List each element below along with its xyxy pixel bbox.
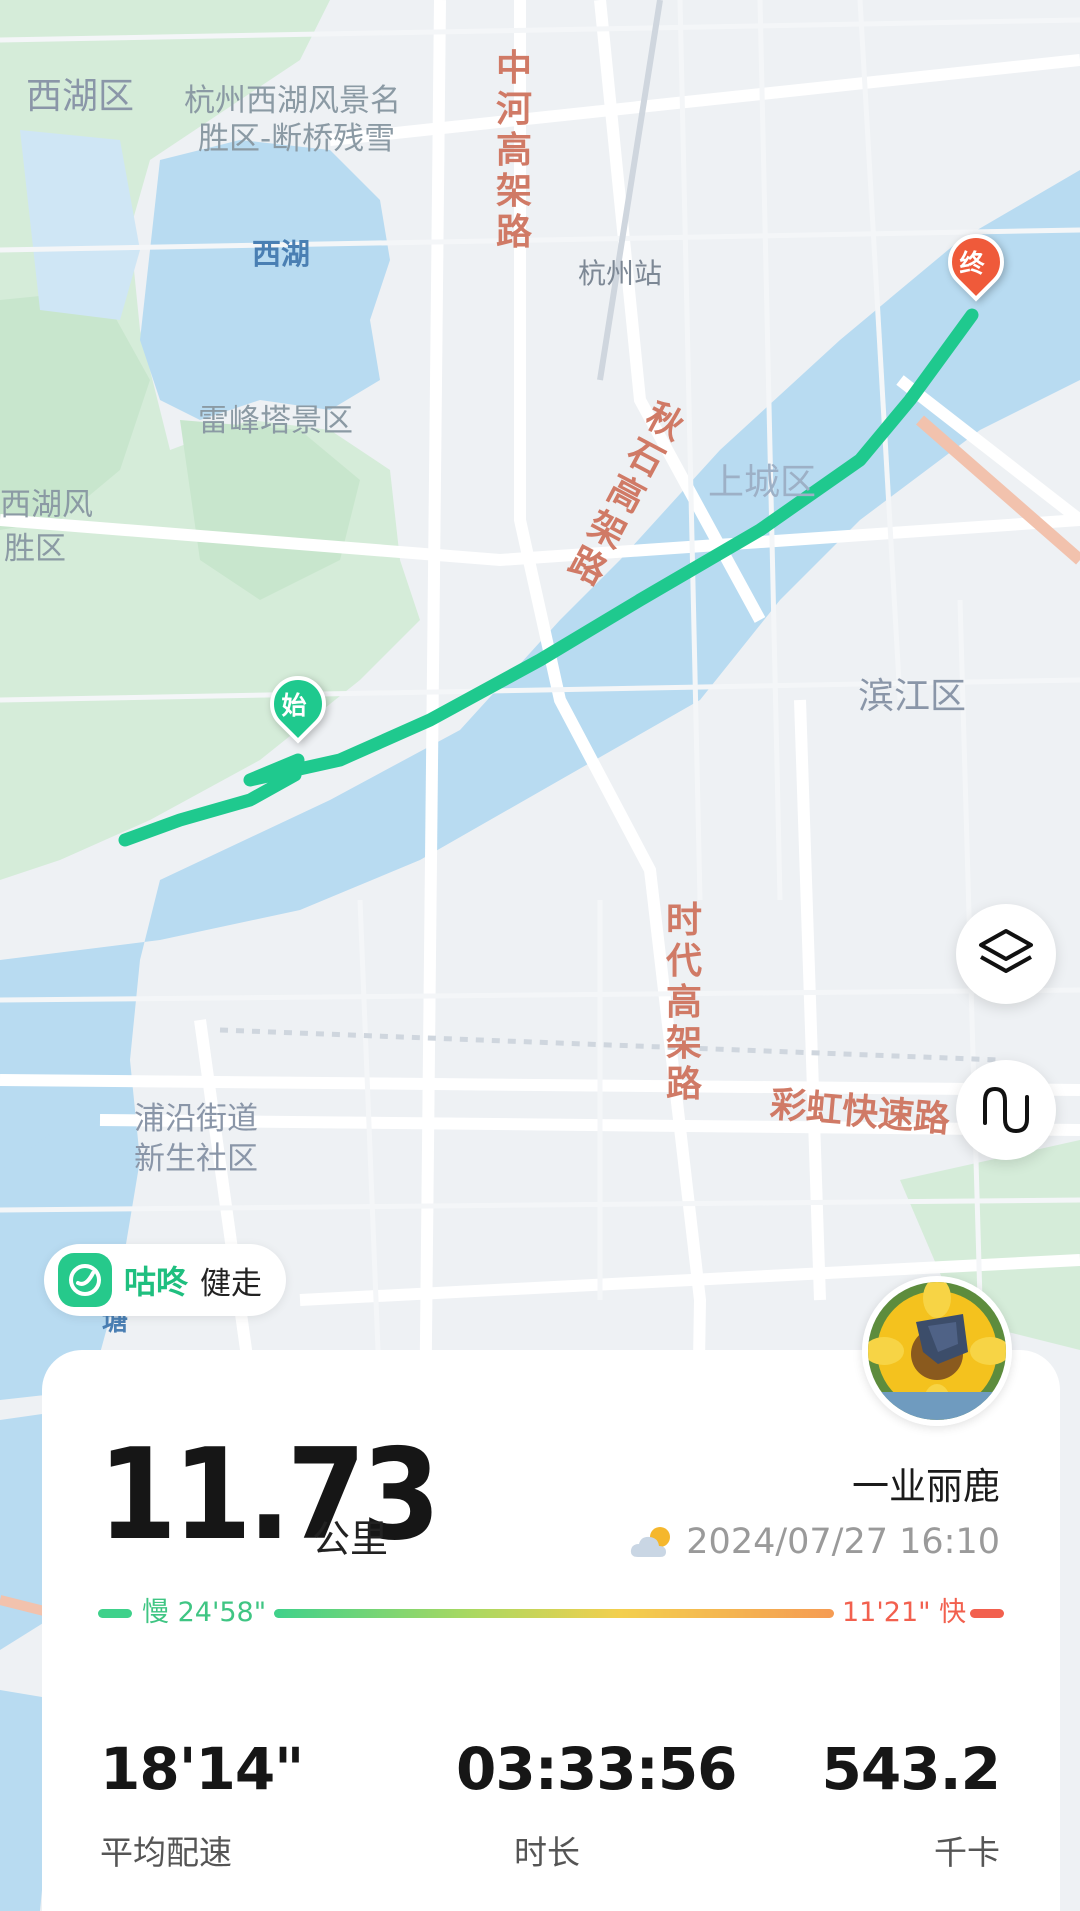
- map-label-scenic-area-line2: 胜区-断桥残雪: [198, 121, 396, 157]
- avatar[interactable]: [862, 1276, 1012, 1426]
- map-label-puyan-line2: 新生社区: [134, 1141, 258, 1177]
- pace-gradient: [274, 1609, 834, 1618]
- brand-chip: 咕咚 健走: [44, 1244, 287, 1316]
- map-label-scenic-left-line2: 胜区: [4, 531, 66, 567]
- map-label-xihu-district: 西湖区: [26, 76, 135, 117]
- map-label-zhonghe-road: 中河高架路: [495, 48, 532, 253]
- map-label-leifeng: 雷峰塔景区: [198, 403, 353, 439]
- calories-label: 千卡: [934, 1833, 1000, 1872]
- pace-slow-cap: [98, 1609, 132, 1618]
- map-label-puyan-line1: 浦沿街道: [134, 1101, 258, 1137]
- map-layers-button[interactable]: [956, 904, 1056, 1004]
- brand-name: 咕咚: [124, 1263, 189, 1301]
- map-label-hangzhou-station: 杭州站: [578, 257, 663, 290]
- avg-pace-value: 18'14": [100, 1735, 304, 1803]
- map-label-west-lake: 西湖: [252, 237, 311, 271]
- avg-pace-label: 平均配速: [100, 1833, 232, 1872]
- pace-distribution-bar: 慢 24'58" 11'21" 快: [98, 1596, 1004, 1630]
- map-label-shidai-road: 时代高架路: [665, 900, 702, 1105]
- pace-fast-label: 11'21" 快: [842, 1597, 967, 1628]
- activity-datetime-text: 2024/07/27 16:10: [686, 1522, 1000, 1562]
- activity-mode: 健走: [200, 1265, 263, 1302]
- map-label-scenic-left-line1: 西湖风: [0, 487, 93, 523]
- duration-value: 03:33:56: [456, 1735, 738, 1803]
- pace-slow-label: 慢 24'58": [142, 1597, 267, 1628]
- pace-fast-cap: [970, 1609, 1004, 1618]
- duration-label: 时长: [514, 1833, 580, 1872]
- codoon-logo-icon: [58, 1253, 112, 1307]
- route-icon: [983, 1086, 1029, 1134]
- route-playback-button[interactable]: [956, 1060, 1056, 1160]
- start-marker-label: 始: [281, 691, 307, 720]
- partly-cloudy-icon: [631, 1527, 671, 1557]
- calories-value: 543.2: [821, 1735, 1001, 1803]
- username: 一业丽鹿: [852, 1465, 1000, 1508]
- activity-datetime: 2024/07/27 16:10: [628, 1522, 1000, 1562]
- map-label-shangcheng: 上城区: [708, 462, 817, 503]
- layers-icon: [979, 929, 1033, 973]
- map-label-scenic-area-line1: 杭州西湖风景名: [184, 83, 401, 119]
- distance-unit: 公里: [312, 1517, 389, 1561]
- map-label-binjiang: 滨江区: [858, 676, 967, 717]
- end-marker-label: 终: [959, 249, 985, 278]
